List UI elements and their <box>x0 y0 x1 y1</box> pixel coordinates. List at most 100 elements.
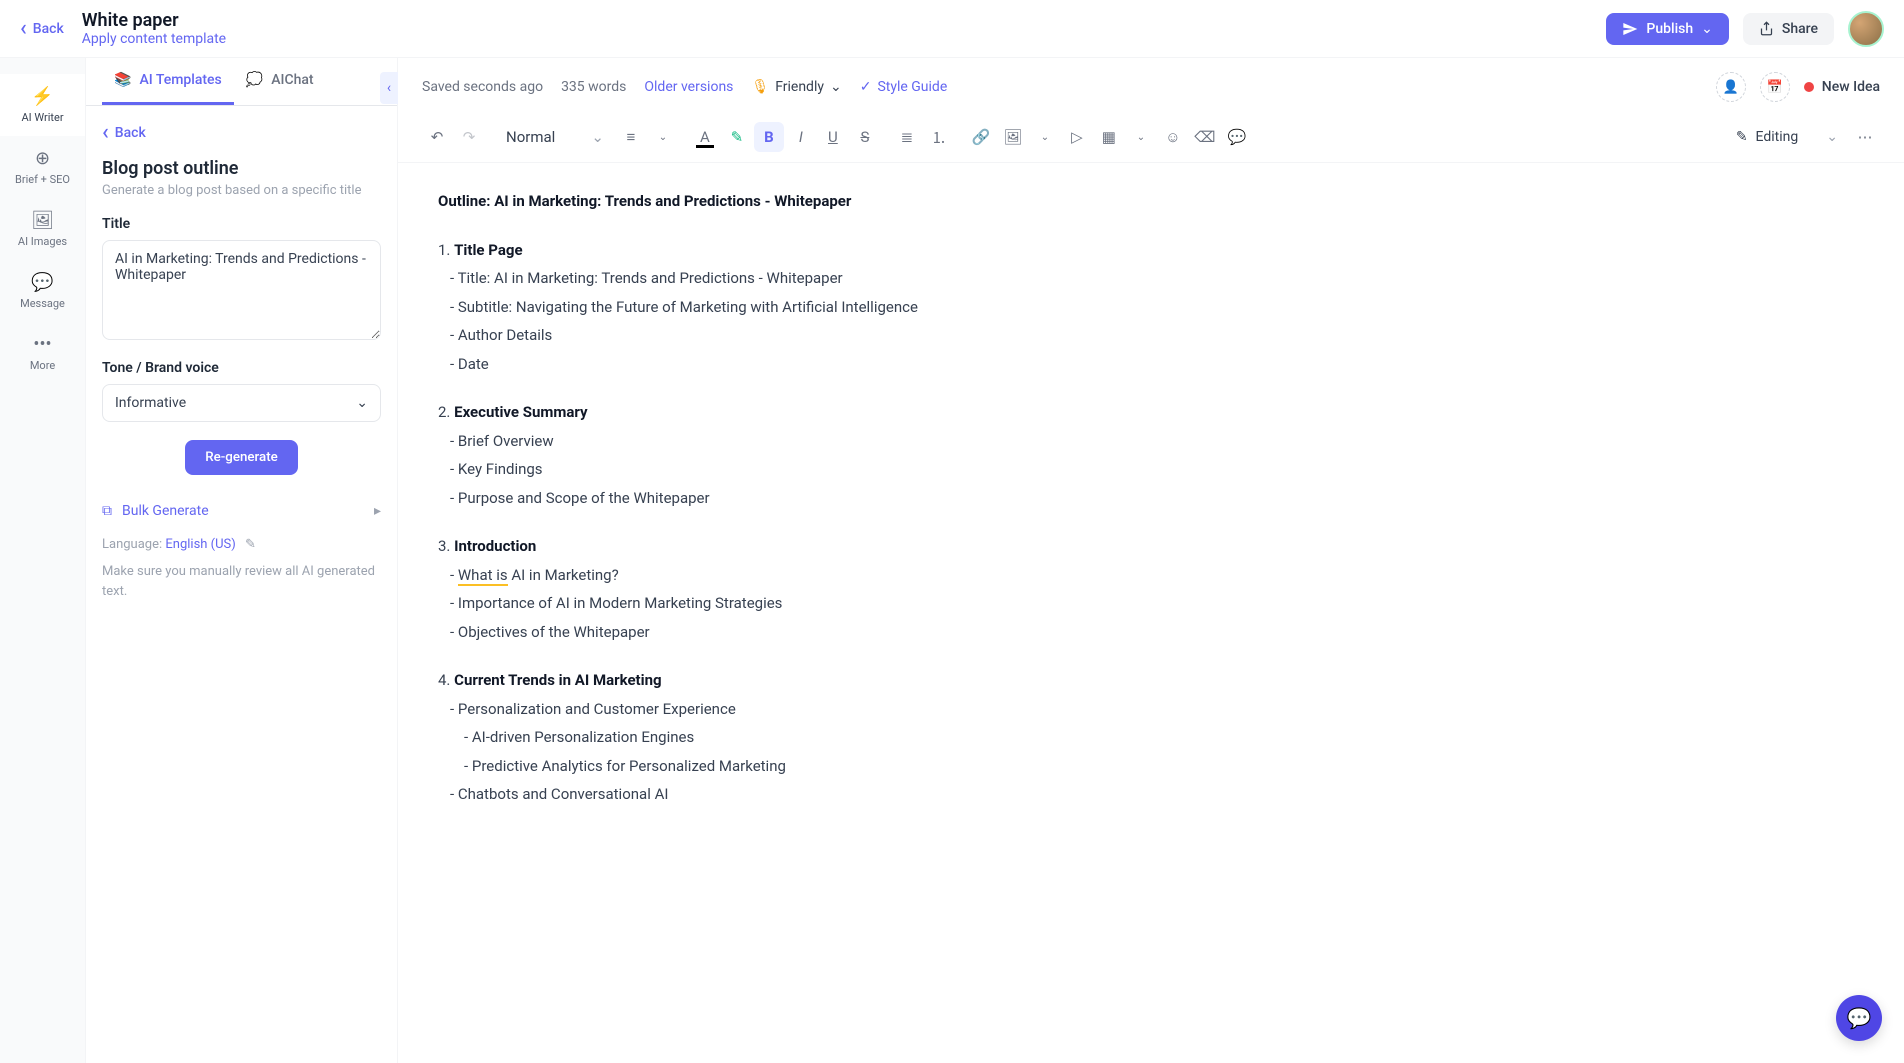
tab-label: AI Templates <box>139 72 221 88</box>
more-toolbar-button[interactable]: ⋯ <box>1850 122 1880 152</box>
regenerate-button[interactable]: Re-generate <box>185 440 298 475</box>
image-button[interactable]: 🖼 <box>998 122 1028 152</box>
back-button[interactable]: Back <box>20 18 64 40</box>
play-icon: ▸ <box>374 503 381 519</box>
title-field-label: Title <box>102 216 381 232</box>
outline-section: 3. Introduction - What is AI in Marketin… <box>438 532 1864 646</box>
calendar-icon: 📅 <box>1767 80 1783 95</box>
outline-subitem: Predictive Analytics for Personalized Ma… <box>438 752 1864 781</box>
rail-ai-writer[interactable]: ⚡ AI Writer <box>0 74 85 136</box>
image-dropdown[interactable]: ⌄ <box>1030 122 1060 152</box>
comment-button[interactable]: 💬 <box>1222 122 1252 152</box>
person-icon: 👤 <box>1723 80 1739 95</box>
style-guide-label: Style Guide <box>877 79 947 95</box>
help-chat-button[interactable]: 💬 <box>1836 995 1882 1041</box>
target-icon: ⊕ <box>35 148 50 169</box>
language-row: Language: English (US) ✎ <box>102 537 381 552</box>
chat-icon: 💭 <box>246 72 263 88</box>
outline-item: Objectives of the Whitepaper <box>438 618 1864 647</box>
undo-button[interactable]: ↶ <box>422 122 452 152</box>
left-rail: ⚡ AI Writer ⊕ Brief + SEO 🖼 AI Images 💬 … <box>0 58 86 1063</box>
user-avatar[interactable] <box>1848 11 1884 47</box>
format-select[interactable]: Normal ⌄ <box>496 122 614 152</box>
rail-label: Brief + SEO <box>15 173 70 186</box>
bulk-label: Bulk Generate <box>122 503 209 519</box>
highlight-button[interactable]: ✎ <box>722 122 752 152</box>
clear-format-button[interactable]: ⌫ <box>1190 122 1220 152</box>
publish-button[interactable]: Publish ⌄ <box>1606 13 1728 45</box>
table-dropdown[interactable]: ⌄ <box>1126 122 1156 152</box>
italic-button[interactable]: I <box>786 122 816 152</box>
document-content[interactable]: Outline: AI in Marketing: Trends and Pre… <box>398 163 1904 1063</box>
message-icon: 💬 <box>31 272 53 293</box>
edit-icon[interactable]: ✎ <box>245 537 256 552</box>
share-button[interactable]: Share <box>1743 13 1834 45</box>
numbered-list-button[interactable]: ⒈ <box>924 122 954 152</box>
rail-message[interactable]: 💬 Message <box>0 260 85 322</box>
panel-back-label: Back <box>115 125 146 141</box>
panel-description: Generate a blog post based on a specific… <box>102 183 381 198</box>
rail-ai-images[interactable]: 🖼 AI Images <box>0 198 85 260</box>
editor-toolbar: ↶ ↷ Normal ⌄ ≡ ⌄ A ✎ B I U S ≣ ⒈ <box>398 116 1904 163</box>
outline-item: Subtitle: Navigating the Future of Marke… <box>438 293 1864 322</box>
outline-section: 2. Executive Summary Brief Overview Key … <box>438 398 1864 512</box>
chevron-down-icon: ⌄ <box>830 79 842 95</box>
sidebar-panel: ‹ 📚 AI Templates 💭 AIChat Back Blog post… <box>86 58 398 1063</box>
share-label: Share <box>1782 21 1818 37</box>
chevron-down-icon: ⌄ <box>1826 129 1838 145</box>
title-input[interactable] <box>102 240 381 340</box>
collapse-sidebar-button[interactable]: ‹ <box>380 72 398 104</box>
image-icon: 🖼 <box>31 210 54 231</box>
library-icon: 📚 <box>114 72 131 88</box>
tone-dropdown[interactable]: 🎙 Friendly ⌄ <box>751 79 841 95</box>
editor-info-bar: Saved seconds ago 335 words Older versio… <box>398 58 1904 116</box>
style-guide-button[interactable]: ✓ Style Guide <box>860 79 948 95</box>
rail-brief-seo[interactable]: ⊕ Brief + SEO <box>0 136 85 198</box>
tone-field-label: Tone / Brand voice <box>102 360 381 376</box>
align-button[interactable]: ≡ <box>616 122 646 152</box>
rail-more[interactable]: ••• More <box>0 322 85 384</box>
bolt-icon: ⚡ <box>31 86 53 107</box>
saved-status: Saved seconds ago <box>422 79 543 95</box>
editor-area: Saved seconds ago 335 words Older versio… <box>398 58 1904 1063</box>
chat-icon: 💬 <box>1847 1006 1872 1030</box>
older-versions-link[interactable]: Older versions <box>644 79 733 95</box>
link-button[interactable]: 🔗 <box>966 122 996 152</box>
bullet-list-button[interactable]: ≣ <box>892 122 922 152</box>
add-person-button[interactable]: 👤 <box>1716 72 1746 102</box>
video-button[interactable]: ▷ <box>1062 122 1092 152</box>
status-chip[interactable]: New Idea <box>1804 79 1880 95</box>
editing-label: Editing <box>1756 129 1799 145</box>
font-color-button[interactable]: A <box>690 122 720 152</box>
tone-label: Friendly <box>775 79 824 95</box>
table-button[interactable]: ▦ <box>1094 122 1124 152</box>
panel-back-button[interactable]: Back <box>102 122 381 144</box>
bold-button[interactable]: B <box>754 122 784 152</box>
word-count: 335 words <box>561 79 626 95</box>
editing-mode-dropdown[interactable]: ✎ Editing ⌄ <box>1726 129 1848 145</box>
apply-template-link[interactable]: Apply content template <box>82 31 226 47</box>
chevron-left-icon <box>20 18 27 40</box>
outline-item: Title: AI in Marketing: Trends and Predi… <box>438 264 1864 293</box>
strike-button[interactable]: S <box>850 122 880 152</box>
tab-ai-templates[interactable]: 📚 AI Templates <box>102 58 234 105</box>
format-label: Normal <box>506 128 555 146</box>
tab-label: AIChat <box>271 72 313 88</box>
outline-heading: Outline: AI in Marketing: Trends and Pre… <box>438 187 1864 216</box>
align-dropdown[interactable]: ⌄ <box>648 122 678 152</box>
redo-button[interactable]: ↷ <box>454 122 484 152</box>
underline-button[interactable]: U <box>818 122 848 152</box>
bulk-generate-button[interactable]: ⧉ Bulk Generate ▸ <box>102 493 381 529</box>
outline-item: Importance of AI in Modern Marketing Str… <box>438 589 1864 618</box>
panel-title: Blog post outline <box>102 158 381 179</box>
tone-select[interactable]: Informative ⌄ <box>102 384 381 422</box>
outline-item: Purpose and Scope of the Whitepaper <box>438 484 1864 513</box>
language-link[interactable]: English (US) <box>165 537 235 552</box>
emoji-button[interactable]: ☺ <box>1158 122 1188 152</box>
share-icon <box>1759 21 1774 36</box>
outline-item: - What is AI in Marketing? <box>438 561 1864 590</box>
outline-item: Date <box>438 350 1864 379</box>
chevron-left-icon <box>102 122 109 144</box>
tab-ai-chat[interactable]: 💭 AIChat <box>234 58 326 105</box>
add-date-button[interactable]: 📅 <box>1760 72 1790 102</box>
